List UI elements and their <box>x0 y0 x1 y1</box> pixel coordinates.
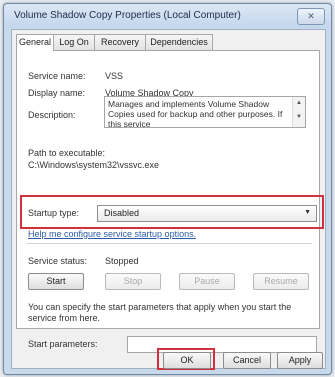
start-params-input[interactable] <box>127 336 317 353</box>
cancel-button[interactable]: Cancel <box>223 352 271 369</box>
service-name-value: VSS <box>105 71 124 81</box>
service-status-value: Stopped <box>105 256 139 266</box>
description-scrollbar[interactable]: ▲ ▼ <box>292 97 305 127</box>
help-configure-link[interactable]: Help me configure service startup option… <box>28 229 196 239</box>
start-button[interactable]: Start <box>28 273 84 290</box>
service-status-label: Service status: <box>28 256 88 266</box>
tab-log-on[interactable]: Log On <box>53 34 95 50</box>
display-name-label: Display name: <box>28 88 86 98</box>
dialog-client: General Log On Recovery Dependencies Ser… <box>11 29 326 369</box>
stop-button[interactable]: Stop <box>105 273 161 290</box>
path-label: Path to executable: <box>28 148 106 158</box>
scroll-up-icon[interactable]: ▲ <box>296 100 302 106</box>
service-name-label: Service name: <box>28 71 86 81</box>
startup-type-value: Disabled <box>104 208 140 218</box>
close-icon: ✕ <box>307 11 315 21</box>
apply-button[interactable]: Apply <box>277 352 323 369</box>
startup-type-select[interactable]: Disabled ▼ <box>97 205 317 222</box>
description-text: Manages and implements Volume Shadow Cop… <box>108 99 283 129</box>
start-params-hint: You can specify the start parameters tha… <box>28 302 292 323</box>
divider <box>26 243 312 244</box>
startup-type-label: Startup type: <box>28 208 80 218</box>
chevron-down-icon: ▼ <box>304 209 311 216</box>
resume-button[interactable]: Resume <box>253 273 309 290</box>
tab-recovery[interactable]: Recovery <box>94 34 146 50</box>
pause-button[interactable]: Pause <box>179 273 235 290</box>
close-button[interactable]: ✕ <box>297 8 325 25</box>
scroll-down-icon[interactable]: ▼ <box>296 114 302 120</box>
properties-dialog: Volume Shadow Copy Properties (Local Com… <box>3 3 332 375</box>
description-label: Description: <box>28 110 76 120</box>
window-title: Volume Shadow Copy Properties (Local Com… <box>14 10 241 21</box>
start-params-label: Start parameters: <box>28 339 98 349</box>
description-box[interactable]: Manages and implements Volume Shadow Cop… <box>104 96 306 129</box>
ok-button[interactable]: OK <box>163 352 211 369</box>
tab-general[interactable]: General <box>16 34 54 51</box>
tab-dependencies[interactable]: Dependencies <box>145 34 213 50</box>
title-bar[interactable]: Volume Shadow Copy Properties (Local Com… <box>4 4 331 28</box>
path-value: C:\Windows\system32\vssvc.exe <box>28 160 160 170</box>
